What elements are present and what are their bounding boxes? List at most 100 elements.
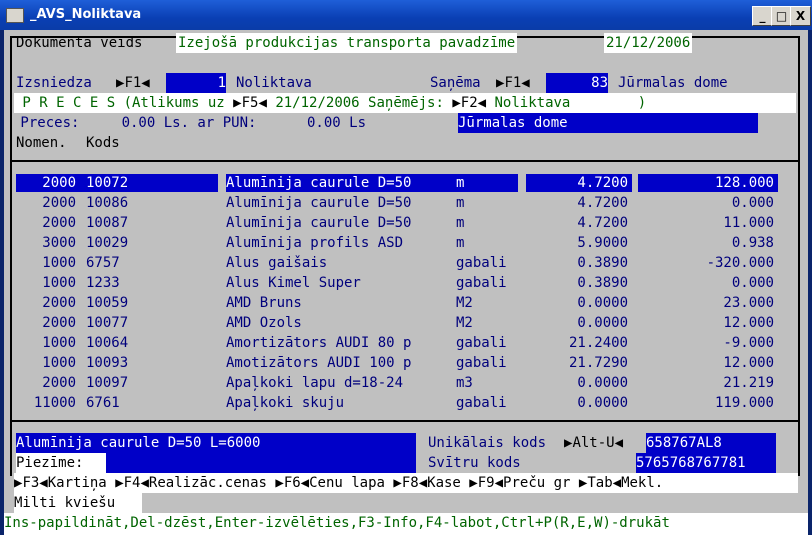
cell-nomen: 1000 [42, 255, 76, 271]
cell-name: Alumīnija caurule D=50 [226, 175, 412, 191]
receiver-num-field[interactable]: 83 [546, 73, 608, 93]
cell-unit: gabali [456, 355, 507, 371]
cell-code: 10029 [86, 235, 129, 251]
cell-qty: 0.000 [731, 275, 774, 291]
minimize-button[interactable]: _ [752, 6, 773, 26]
cell-code: 10093 [86, 355, 129, 371]
status-line: Ins-papildināt,Del-dzēst,Enter-izvēlētie… [4, 513, 808, 535]
fkey-f6[interactable]: ▶F6◀Cenu lapa [275, 475, 385, 491]
cell-code: 10086 [86, 195, 129, 211]
receiver-f1-key[interactable]: ▶F1◀ [496, 73, 530, 93]
cell-unit: m [456, 215, 465, 231]
cell-nomen: 2000 [42, 315, 76, 331]
table-top-divider [12, 160, 798, 162]
product-group-name: Milti kviešu [14, 493, 142, 513]
fkey-f3[interactable]: ▶F3◀Kartiņa [14, 475, 107, 491]
cell-qty: 128.000 [714, 175, 774, 191]
cell-unit: m [456, 235, 465, 251]
cell-nomen: 2000 [42, 215, 76, 231]
goods-summary: Preces: 0.00 Ls. ar PUN: 0.00 Ls [12, 115, 367, 131]
cell-name: AMD Bruns [226, 295, 302, 311]
cell-unit: m3 [456, 375, 473, 391]
cell-name: Apaļkoki lapu d=18-24 [226, 375, 404, 391]
cell-code: 10059 [86, 295, 129, 311]
cell-nomen: 1000 [42, 355, 76, 371]
col-code-header: Kods [86, 135, 120, 151]
cell-name: Alumīnija profils ASD [226, 235, 404, 251]
cell-unit: m [456, 175, 465, 191]
cell-qty: 23.000 [723, 295, 774, 311]
maximize-button[interactable]: □ [771, 6, 792, 26]
cell-price: 0.3890 [577, 275, 628, 291]
fkey-f8[interactable]: ▶F8◀Kase [393, 475, 460, 491]
cell-qty: 21.219 [723, 375, 774, 391]
goods-header: P R E C E S (Atlikums uz ▶F5◀ 21/12/2006… [14, 93, 796, 113]
frame-right [798, 36, 800, 476]
cell-nomen: 2000 [42, 175, 76, 191]
cell-code: 10077 [86, 315, 129, 331]
key-arrow-left-icon: ◀ [521, 75, 530, 91]
key-arrow-left-icon: ◀ [612, 475, 622, 491]
issuer-num-field[interactable]: 1 [166, 73, 226, 93]
issuer-name: Noliktava [236, 75, 312, 91]
doc-date-field[interactable]: 21/12/2006 [604, 33, 693, 53]
cell-qty: -9.000 [723, 335, 774, 351]
cell-qty: 11.000 [723, 215, 774, 231]
cell-nomen: 3000 [42, 235, 76, 251]
frame-left [10, 36, 12, 476]
cell-name: Amotizātors AUDI 100 p [226, 355, 412, 371]
cell-qty: 0.000 [731, 195, 774, 211]
issuer-f1-key[interactable]: ▶F1◀ [116, 73, 150, 93]
key-arrow-left-icon: ◀ [140, 475, 149, 491]
app-icon [6, 8, 24, 23]
cell-price: 0.0000 [577, 375, 628, 391]
fkey-tab[interactable]: ▶Tab◀Mekl. [579, 475, 663, 491]
cell-nomen: 11000 [33, 395, 76, 411]
close-button[interactable]: X [790, 6, 811, 26]
cell-nomen: 1000 [42, 275, 76, 291]
table-bottom-divider [12, 420, 798, 422]
cell-price: 21.2400 [568, 335, 628, 351]
key-arrow-right-icon: ▶ [275, 475, 284, 491]
cell-unit: gabali [456, 395, 507, 411]
barcode-field[interactable]: 5765768767781 [636, 453, 776, 473]
destination-field: Jūrmalas dome [458, 113, 758, 133]
cell-price: 21.7290 [568, 355, 628, 371]
key-arrow-right-icon: ▶ [115, 475, 124, 491]
cell-name: Alumīnija caurule D=50 [226, 215, 412, 231]
alt-u-key[interactable]: ▶Alt-U◀ [564, 433, 623, 453]
cell-code: 10064 [86, 335, 129, 351]
cell-unit: gabali [456, 275, 507, 291]
note-label: Piezīme: [16, 453, 106, 473]
f5-key[interactable]: ▶F5◀ [233, 95, 267, 111]
console-client: Dokumenta veids Izejošā produkcijas tran… [4, 30, 808, 535]
cell-nomen: 2000 [42, 295, 76, 311]
cell-nomen: 2000 [42, 195, 76, 211]
fkey-f9[interactable]: ▶F9◀Preču gr [469, 475, 570, 491]
cell-price: 4.7200 [577, 195, 628, 211]
key-arrow-left-icon: ◀ [300, 475, 310, 491]
unique-code-field[interactable]: 658767AL8 [646, 433, 776, 453]
cell-nomen: 2000 [42, 375, 76, 391]
key-arrow-left-icon: ◀ [39, 475, 48, 491]
cell-unit: m [456, 195, 465, 211]
title-bar: _AVS_Noliktava _ □ X [0, 0, 812, 30]
cell-unit: M2 [456, 295, 473, 311]
cell-price: 0.3890 [577, 255, 628, 271]
cell-price: 5.9000 [577, 235, 628, 251]
fkey-f4[interactable]: ▶F4◀Realizāc.cenas [115, 475, 267, 491]
doc-type-field[interactable]: Izejošā produkcijas transporta pavadzīme [176, 33, 518, 53]
cell-code: 10072 [86, 175, 129, 191]
cell-name: Alus gaišais [226, 255, 328, 271]
barcode-label: Svītru kods [428, 455, 521, 471]
receiver-label: Saņēma [430, 75, 481, 91]
cell-unit: gabali [456, 335, 507, 351]
note-field[interactable] [106, 453, 416, 473]
key-arrow-left-icon: ◀ [494, 475, 504, 491]
selected-item-name: Alumīnija caurule D=50 L=6000 [16, 433, 416, 453]
key-arrow-right-icon: ▶ [393, 475, 402, 491]
cell-nomen: 1000 [42, 335, 76, 351]
cell-qty: -320.000 [706, 255, 774, 271]
cell-qty: 0.938 [731, 235, 774, 251]
f2-key[interactable]: ▶F2◀ [452, 95, 486, 111]
